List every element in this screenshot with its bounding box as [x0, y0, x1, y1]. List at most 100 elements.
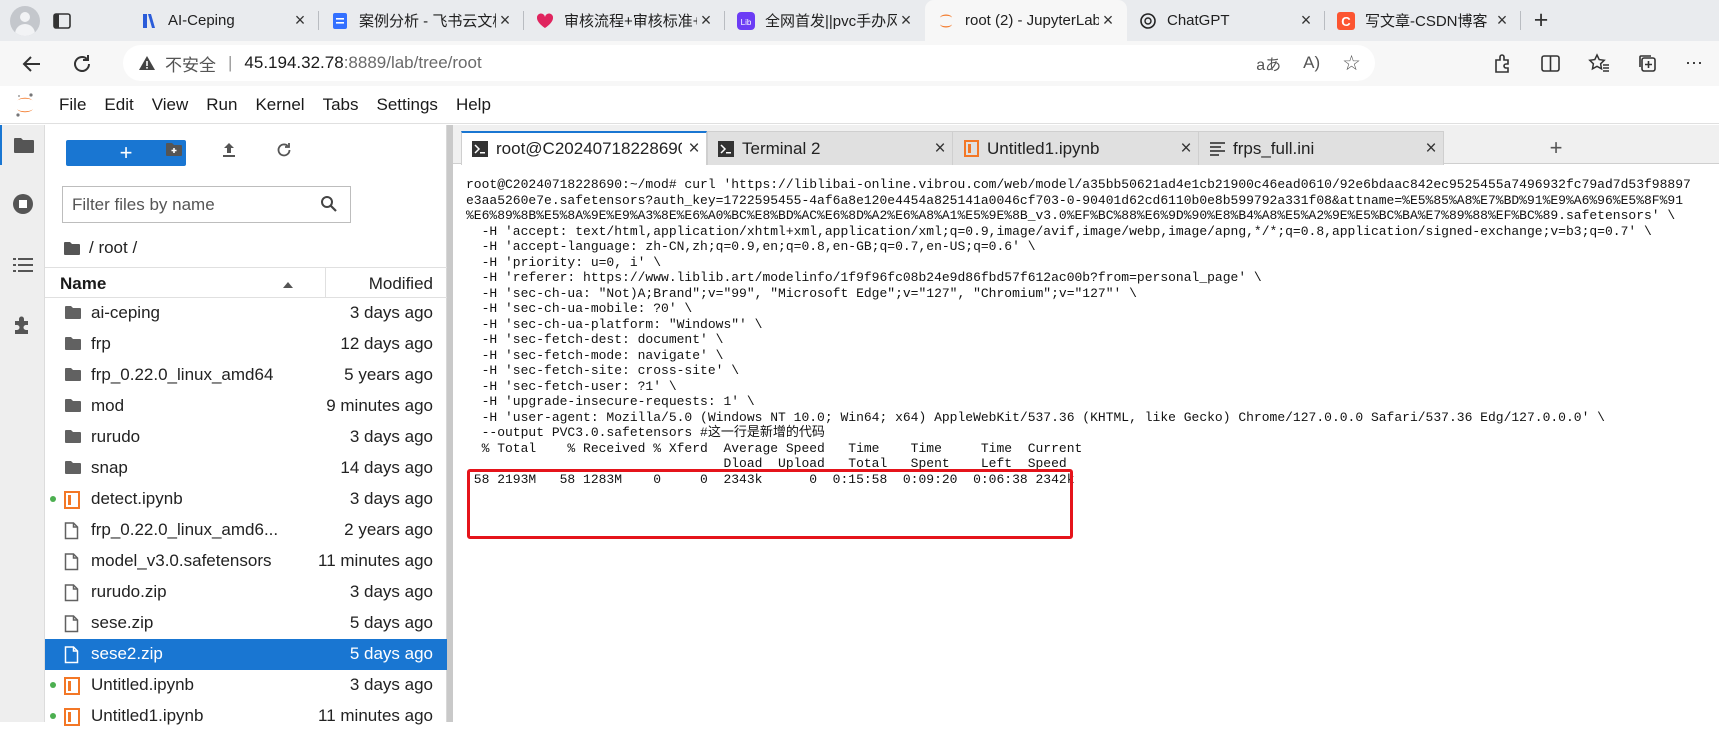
- file-row[interactable]: Untitled1.ipynb 11 minutes ago: [45, 701, 447, 732]
- split-screen-icon[interactable]: [1540, 53, 1561, 74]
- close-icon[interactable]: ×: [496, 10, 514, 31]
- close-icon[interactable]: ×: [1099, 10, 1117, 31]
- terminal-output[interactable]: root@C20240718228690:~/mod# curl 'https:…: [466, 177, 1716, 722]
- file-name: mod: [91, 396, 125, 415]
- file-row[interactable]: sese.zip 5 days ago: [45, 608, 447, 639]
- close-icon[interactable]: ×: [928, 138, 952, 160]
- browser-tab[interactable]: Lib 全网首发||pvc手办风 ×: [725, 0, 925, 41]
- more-icon[interactable]: ⋯: [1685, 53, 1703, 74]
- close-icon[interactable]: ×: [1297, 10, 1315, 31]
- file-name: frp: [91, 334, 111, 353]
- document-tab[interactable]: Untitled1.ipynb ×: [952, 131, 1199, 165]
- back-arrow-icon[interactable]: [14, 46, 50, 82]
- collections-icon[interactable]: [1637, 53, 1658, 74]
- menu-file[interactable]: File: [50, 95, 95, 115]
- read-aloud-icon[interactable]: A): [1303, 53, 1320, 73]
- menu-edit[interactable]: Edit: [95, 95, 142, 115]
- terminal-line: -H 'sec-ch-ua-platform: "Windows"' \: [466, 316, 763, 332]
- file-row[interactable]: frp_0.22.0_linux_amd64 5 years ago: [45, 360, 447, 391]
- file-browser-icon[interactable]: [0, 125, 45, 165]
- document-tab-title: frps_full.ini: [1233, 138, 1315, 158]
- menu-view[interactable]: View: [143, 95, 198, 115]
- document-tab[interactable]: frps_full.ini ×: [1198, 131, 1444, 165]
- menu-kernel[interactable]: Kernel: [246, 95, 313, 115]
- jupyter-icon: [937, 12, 955, 30]
- refresh-files-icon[interactable]: [276, 142, 292, 158]
- extensions-icon[interactable]: [1492, 53, 1513, 74]
- file-row[interactable]: Untitled.ipynb 3 days ago: [45, 670, 447, 701]
- notebook-icon: [963, 140, 979, 157]
- favorite-star-icon[interactable]: ☆: [1342, 51, 1361, 76]
- file-modified: 9 minutes ago: [326, 396, 433, 415]
- feishu-doc-icon: [331, 12, 349, 30]
- file-row[interactable]: sese2.zip 5 days ago: [45, 639, 447, 670]
- browser-tab[interactable]: 审核流程+审核标准+ ×: [524, 0, 725, 41]
- home-folder-icon[interactable]: [63, 241, 81, 256]
- document-tab[interactable]: Terminal 2 ×: [707, 131, 953, 165]
- security-label[interactable]: 不安全: [165, 51, 216, 76]
- refresh-icon[interactable]: [64, 46, 100, 82]
- file-row[interactable]: mod 9 minutes ago: [45, 391, 447, 422]
- favorites-icon[interactable]: [1588, 53, 1610, 74]
- liblib-icon: Lib: [737, 11, 755, 30]
- close-icon[interactable]: ×: [897, 10, 915, 31]
- file-row[interactable]: detect.ipynb 3 days ago: [45, 484, 447, 515]
- terminal-line: -H 'sec-fetch-dest: document' \: [466, 332, 724, 347]
- menu-tabs[interactable]: Tabs: [314, 95, 368, 115]
- menu-help[interactable]: Help: [447, 95, 500, 115]
- close-icon[interactable]: ×: [1174, 138, 1198, 160]
- tab-actions-icon[interactable]: [52, 11, 72, 31]
- upload-icon[interactable]: [221, 142, 237, 158]
- file-row[interactable]: frp_0.22.0_linux_amd6... 2 years ago: [45, 515, 447, 546]
- close-icon[interactable]: ×: [682, 138, 706, 160]
- breadcrumb-path[interactable]: / root /: [89, 238, 137, 258]
- file-name: Untitled.ipynb: [91, 675, 195, 694]
- file-row[interactable]: snap 14 days ago: [45, 453, 447, 484]
- running-indicator: [50, 713, 56, 719]
- name-column-header[interactable]: Name: [60, 274, 106, 294]
- file-modified: 5 days ago: [349, 644, 433, 663]
- file-modified: 11 minutes ago: [318, 706, 433, 725]
- profile-avatar[interactable]: [10, 5, 40, 36]
- file-name: rurudo: [91, 427, 141, 446]
- new-folder-icon[interactable]: [165, 142, 183, 157]
- close-icon[interactable]: ×: [1419, 138, 1443, 160]
- highlight-box: [467, 469, 1073, 539]
- browser-tab[interactable]: 案例分析 - 飞书云文档 ×: [319, 0, 524, 41]
- terminal-line: --output PVC3.0.safetensors #这一行是新增的代码: [466, 425, 825, 440]
- url-path: :8889/lab/tree/root: [343, 53, 482, 72]
- browser-tab[interactable]: root (2) - JupyterLab ×: [925, 0, 1127, 41]
- menu-run[interactable]: Run: [197, 95, 246, 115]
- file-name: snap: [91, 458, 128, 477]
- add-document-tab-button[interactable]: +: [1538, 132, 1574, 164]
- browser-tab-title: ChatGPT: [1167, 12, 1230, 29]
- tab-strip-left: [0, 0, 128, 41]
- running-kernels-icon[interactable]: [0, 184, 45, 224]
- close-icon[interactable]: ×: [697, 10, 715, 31]
- terminal-line: %E6%89%8B%E5%8A%9E%E9%A3%8E%E6%A0%BC%E8%…: [466, 208, 1676, 223]
- translate-icon[interactable]: aあ: [1256, 51, 1281, 75]
- terminal-line: -H 'sec-fetch-site: cross-site' \: [466, 363, 740, 378]
- browser-tab[interactable]: AI-Ceping ×: [128, 0, 319, 41]
- file-row[interactable]: model_v3.0.safetensors 11 minutes ago: [45, 546, 447, 577]
- modified-column-header[interactable]: Modified: [369, 274, 433, 294]
- file-name: detect.ipynb: [91, 489, 183, 508]
- browser-tab[interactable]: C 写文章-CSDN博客 ×: [1325, 0, 1521, 41]
- filter-files-input[interactable]: Filter files by name: [62, 186, 351, 223]
- file-row[interactable]: ai-ceping 3 days ago: [45, 298, 447, 329]
- extension-manager-icon[interactable]: [0, 305, 45, 345]
- sort-ascending-icon[interactable]: [283, 282, 293, 288]
- close-icon[interactable]: ×: [291, 10, 309, 31]
- chatgpt-icon: [1139, 12, 1157, 30]
- menu-settings[interactable]: Settings: [368, 95, 447, 115]
- file-row[interactable]: frp 12 days ago: [45, 329, 447, 360]
- warning-icon[interactable]: [138, 54, 156, 72]
- browser-tab[interactable]: ChatGPT ×: [1127, 0, 1325, 41]
- close-icon[interactable]: ×: [1493, 10, 1511, 31]
- file-row[interactable]: rurudo.zip 3 days ago: [45, 577, 447, 608]
- document-tab[interactable]: root@C20240718228690: ~×: [461, 131, 707, 165]
- table-of-contents-icon[interactable]: [0, 245, 45, 285]
- new-tab-button[interactable]: +: [1521, 0, 1561, 41]
- url-bar[interactable]: 不安全 | 45.194.32.78 :8889/lab/tree/root a…: [123, 45, 1375, 81]
- file-row[interactable]: rurudo 3 days ago: [45, 422, 447, 453]
